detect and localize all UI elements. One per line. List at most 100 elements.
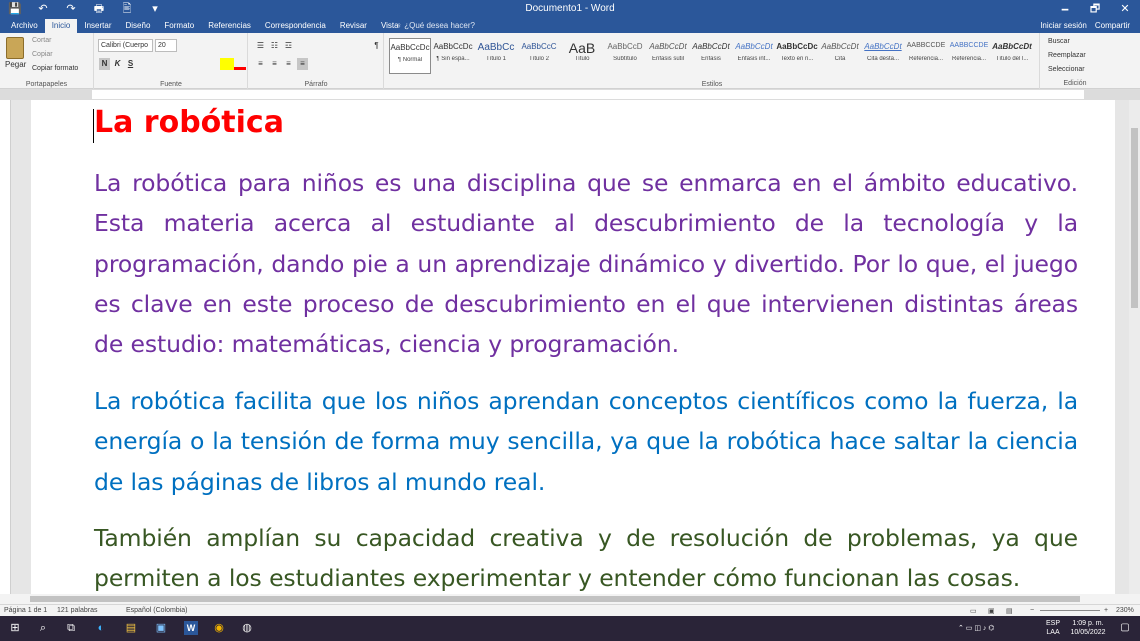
clipboard-group: Pegar Cortar Copiar Copiar formato Porta… xyxy=(0,33,94,89)
horizontal-scrollbar[interactable] xyxy=(0,594,1140,604)
style-heading2[interactable]: AaBbCcC Título 2 xyxy=(518,38,560,74)
select-button[interactable]: Seleccionar xyxy=(1048,66,1085,73)
zoom-in-icon[interactable]: + xyxy=(1104,607,1108,614)
font-label: Fuente xyxy=(160,81,182,88)
clipboard-label: Portapapeles xyxy=(25,81,68,88)
editing-label: Edición xyxy=(1063,80,1087,87)
tab-diseno[interactable]: Diseño xyxy=(119,19,158,33)
copy-button[interactable]: Copiar xyxy=(32,51,53,58)
paste-button[interactable]: Pegar xyxy=(5,60,26,69)
window-title: Documento1 - Word xyxy=(525,3,615,14)
style-strong[interactable]: AaBbCcDc Texto en n... xyxy=(776,38,818,74)
tab-formato[interactable]: Formato xyxy=(157,19,201,33)
style-heading1[interactable]: AaBbCc Título 1 xyxy=(475,38,517,74)
status-bar: Página 1 de 1 121 palabras Español (Colo… xyxy=(0,604,1140,616)
horizontal-scroll-thumb[interactable] xyxy=(30,596,1080,602)
notifications-icon[interactable]: ▢ xyxy=(1118,621,1132,635)
style-subtle-emphasis[interactable]: AaBbCcDt Énfasis sutil xyxy=(647,38,689,74)
file-explorer-icon[interactable]: ▤ xyxy=(124,621,138,635)
style-book-title[interactable]: AaBbCcDt Título del l... xyxy=(991,38,1033,74)
zoom-out-icon[interactable]: − xyxy=(1030,607,1034,614)
styles-group: AaBbCcDc ¶ Normal AaBbCcDc ¶ Sin espa... A… xyxy=(385,33,1040,89)
style-emphasis[interactable]: AaBbCcDt Énfasis xyxy=(690,38,732,74)
start-icon[interactable]: ⊞ xyxy=(8,621,22,635)
style-no-spacing[interactable]: AaBbCcDc ¶ Sin espa... xyxy=(432,38,474,74)
style-intense-emphasis[interactable]: AaBbCcDt Énfasis int... xyxy=(733,38,775,74)
restore-button[interactable]: 🗗 xyxy=(1080,0,1110,19)
justify-icon[interactable]: ≡ xyxy=(297,58,308,70)
pilcrow-icon[interactable]: ¶ xyxy=(371,40,382,52)
paragraph-2[interactable]: La robótica facilita que los niños apren… xyxy=(94,381,1078,502)
multilevel-list-icon[interactable]: ☲ xyxy=(283,40,294,52)
web-layout-icon[interactable]: ▤ xyxy=(1006,607,1013,615)
tab-referencias[interactable]: Referencias xyxy=(201,19,258,33)
share-button[interactable]: Compartir xyxy=(1095,19,1130,33)
paragraph-3[interactable]: También amplían su capacidad creativa y … xyxy=(94,518,1078,594)
paragraph-group: ☰ ☷ ☲ ≡ ≡ ≡ ≡ ¶ Párrafo xyxy=(249,33,384,89)
clock[interactable]: 1:09 p. m. 10/05/2022 xyxy=(1068,619,1108,637)
paragraph-1[interactable]: La robótica para niños es una disciplina… xyxy=(94,163,1078,364)
tell-me-search[interactable]: ♀ ¿Qué desea hacer? xyxy=(396,19,475,33)
edge-icon[interactable]: ◐ xyxy=(94,621,108,635)
tray-icons[interactable]: ⌃ ▭ ◫ ♪ ⌬ xyxy=(958,624,994,633)
highlight-color-icon[interactable] xyxy=(220,58,234,70)
tab-archivo[interactable]: Archivo xyxy=(4,19,45,33)
underline-button[interactable]: S xyxy=(125,58,136,70)
cut-button[interactable]: Cortar xyxy=(32,37,51,44)
chrome-icon[interactable]: ◉ xyxy=(212,621,226,635)
ribbon: Pegar Cortar Copiar Copiar formato Porta… xyxy=(0,33,1140,89)
align-center-icon[interactable]: ≡ xyxy=(269,58,280,70)
ribbon-tabs-bar: Archivo Inicio Insertar Diseño Formato R… xyxy=(0,19,1140,33)
zoom-slider[interactable] xyxy=(1040,610,1100,611)
tab-revisar[interactable]: Revisar xyxy=(333,19,374,33)
document-heading[interactable]: La robótica xyxy=(94,105,284,140)
language-indicator[interactable]: Español (Colombia) xyxy=(126,607,187,614)
numbering-icon[interactable]: ☷ xyxy=(269,40,280,52)
taskbar: ⊞ ⌕ ⧉ ◐ ▤ ▣ W ◉ ◍ ⌃ ▭ ◫ ♪ ⌬ ESP LAA 1:09 … xyxy=(0,616,1140,641)
style-subtitle[interactable]: AaBbCcD Subtítulo xyxy=(604,38,646,74)
style-intense-reference[interactable]: AABBCCDE Referencia... xyxy=(948,38,990,74)
language-tray[interactable]: ESP LAA xyxy=(1046,619,1060,637)
tab-correspondencia[interactable]: Correspondencia xyxy=(258,19,333,33)
page-count[interactable]: Página 1 de 1 xyxy=(4,607,47,614)
title-bar: 💾 ↶ ↷ 🖶 🖹 ▾ Documento1 - Word 🗕 🗗 ✕ xyxy=(0,0,1140,19)
align-right-icon[interactable]: ≡ xyxy=(283,58,294,70)
zoom-level[interactable]: 230% xyxy=(1116,607,1134,614)
font-name-select[interactable]: Calibri (Cuerpo xyxy=(98,39,153,52)
paste-icon[interactable] xyxy=(6,37,24,59)
document-canvas: La robótica La robótica para niños es un… xyxy=(11,100,1129,594)
vertical-scroll-thumb[interactable] xyxy=(1131,128,1138,308)
word-count[interactable]: 121 palabras xyxy=(57,607,97,614)
minimize-button[interactable]: 🗕 xyxy=(1050,0,1080,19)
bold-button[interactable]: N xyxy=(99,58,110,70)
tab-insertar[interactable]: Insertar xyxy=(77,19,118,33)
word-icon[interactable]: W xyxy=(184,621,198,635)
style-normal[interactable]: AaBbCcDc ¶ Normal xyxy=(389,38,431,74)
italic-button[interactable]: K xyxy=(112,58,123,70)
chrome-profile-icon[interactable]: ◍ xyxy=(240,621,254,635)
style-intense-quote[interactable]: AaBbCcDt Cita desta... xyxy=(862,38,904,74)
search-icon[interactable]: ⌕ xyxy=(36,621,50,635)
align-left-icon[interactable]: ≡ xyxy=(255,58,266,70)
read-mode-icon[interactable]: ▭ xyxy=(970,607,977,615)
style-quote[interactable]: AaBbCcDt Cita xyxy=(819,38,861,74)
replace-button[interactable]: Reemplazar xyxy=(1048,52,1086,59)
store-icon[interactable]: ▣ xyxy=(154,621,168,635)
vertical-ruler[interactable] xyxy=(0,100,11,594)
style-subtle-reference[interactable]: AABBCCDE Referencia... xyxy=(905,38,947,74)
tab-inicio[interactable]: Inicio xyxy=(44,19,78,33)
vertical-scrollbar[interactable] xyxy=(1129,100,1140,594)
find-button[interactable]: Buscar xyxy=(1048,38,1070,45)
bullets-icon[interactable]: ☰ xyxy=(255,40,266,52)
window-controls: 🗕 🗗 ✕ xyxy=(1050,0,1140,19)
font-size-select[interactable]: 20 xyxy=(155,39,177,52)
format-painter-button[interactable]: Copiar formato xyxy=(32,65,78,72)
sign-in-link[interactable]: Iniciar sesión xyxy=(1040,19,1087,33)
font-color-icon[interactable] xyxy=(234,58,246,70)
document-page[interactable]: La robótica La robótica para niños es un… xyxy=(31,100,1115,594)
task-view-icon[interactable]: ⧉ xyxy=(64,621,78,635)
style-title[interactable]: AaB Título xyxy=(561,38,603,74)
horizontal-ruler[interactable] xyxy=(0,89,1140,100)
close-button[interactable]: ✕ xyxy=(1110,0,1140,19)
print-layout-icon[interactable]: ▣ xyxy=(988,607,995,615)
